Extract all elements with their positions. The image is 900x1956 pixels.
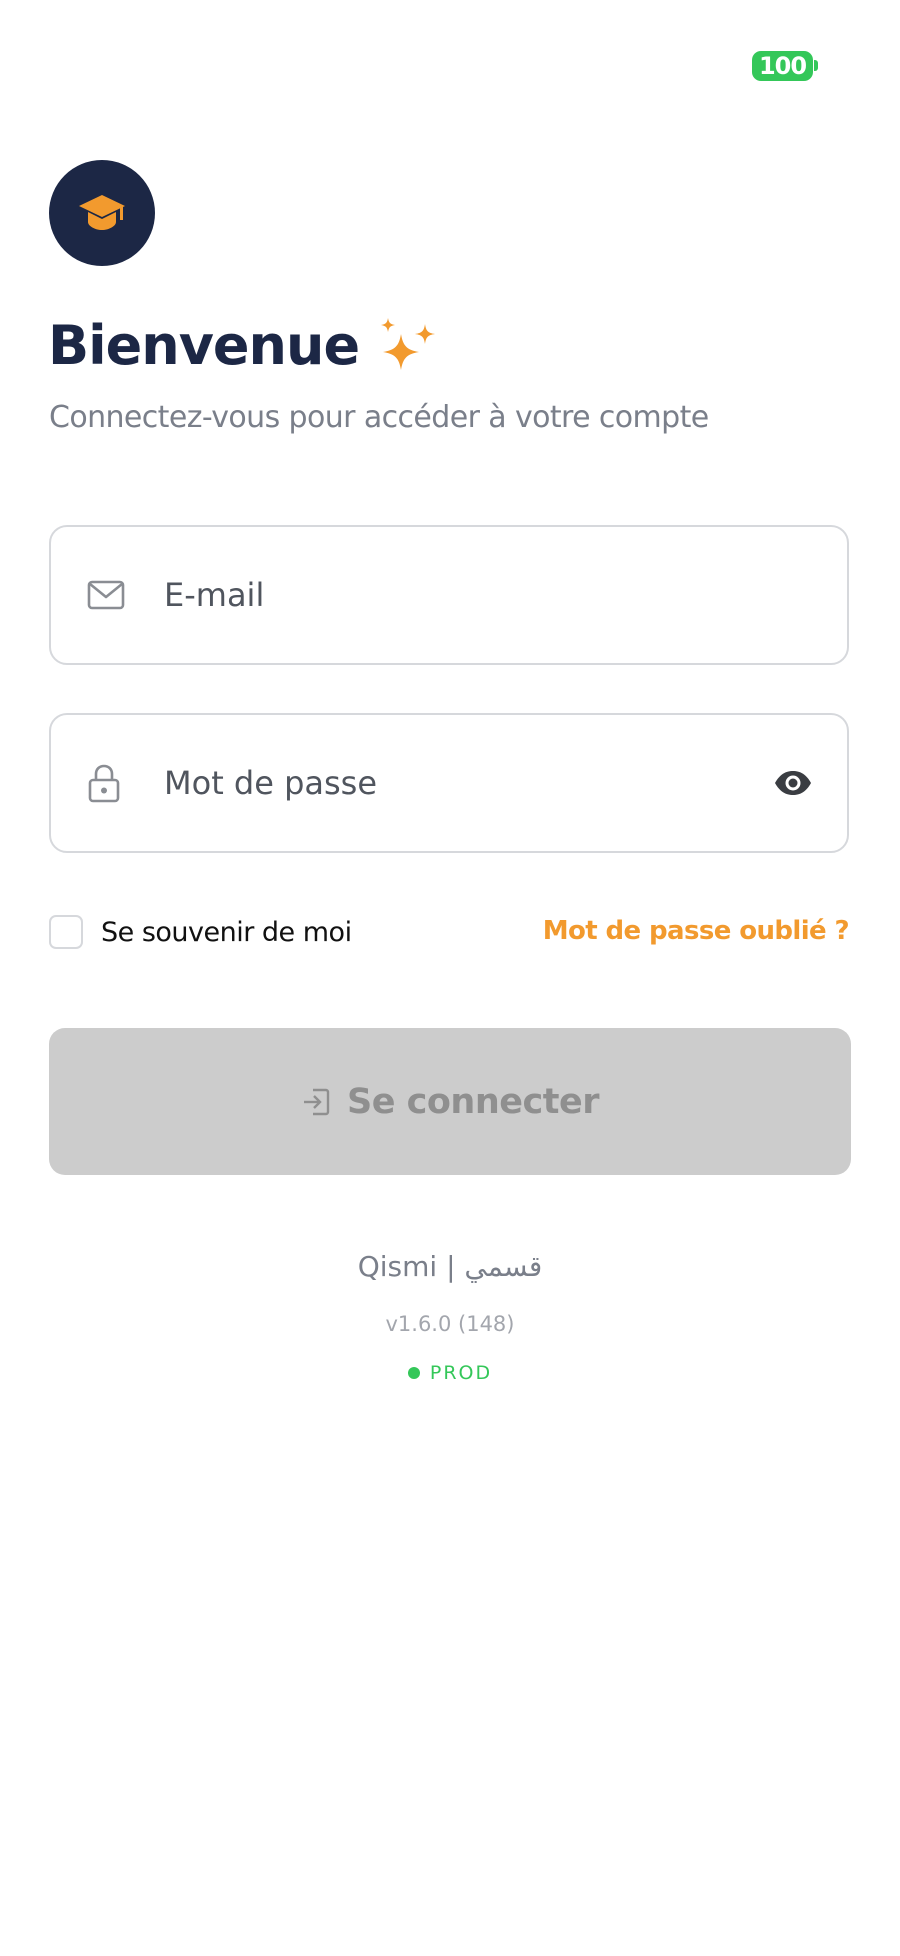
remember-me-label: Se souvenir de moi [101, 916, 352, 948]
eye-icon[interactable] [773, 769, 813, 797]
status-bar: 100 [0, 0, 900, 130]
battery-tip [814, 60, 818, 71]
graduation-cap-icon [77, 193, 127, 233]
page-subtitle: Connectez-vous pour accéder à votre comp… [49, 400, 709, 435]
welcome-heading-row: Bienvenue [48, 312, 439, 378]
page-title: Bienvenue [48, 313, 360, 377]
email-input[interactable] [164, 527, 724, 663]
password-field-container [49, 713, 849, 853]
footer-brand: Qismi | قسمي [357, 1250, 543, 1283]
login-button-label: Se connecter [347, 1081, 599, 1122]
login-button[interactable]: Se connecter [49, 1028, 851, 1175]
email-field-container [49, 525, 849, 665]
environment-badge: PROD [0, 1362, 900, 1384]
lock-icon [87, 763, 121, 803]
app-logo [49, 160, 155, 266]
environment-label: PROD [429, 1362, 493, 1384]
sparkles-icon [375, 314, 439, 378]
login-icon [301, 1087, 331, 1117]
environment-status-dot [407, 1367, 420, 1379]
mail-icon [87, 580, 125, 610]
forgot-password-link[interactable]: Mot de passe oublié ? [543, 916, 850, 946]
remember-me[interactable]: Se souvenir de moi [49, 915, 352, 949]
remember-me-checkbox[interactable] [49, 915, 83, 949]
password-input[interactable] [164, 715, 724, 851]
app-version: v1.6.0 (148) [385, 1312, 515, 1336]
battery-indicator: 100 [752, 51, 813, 81]
